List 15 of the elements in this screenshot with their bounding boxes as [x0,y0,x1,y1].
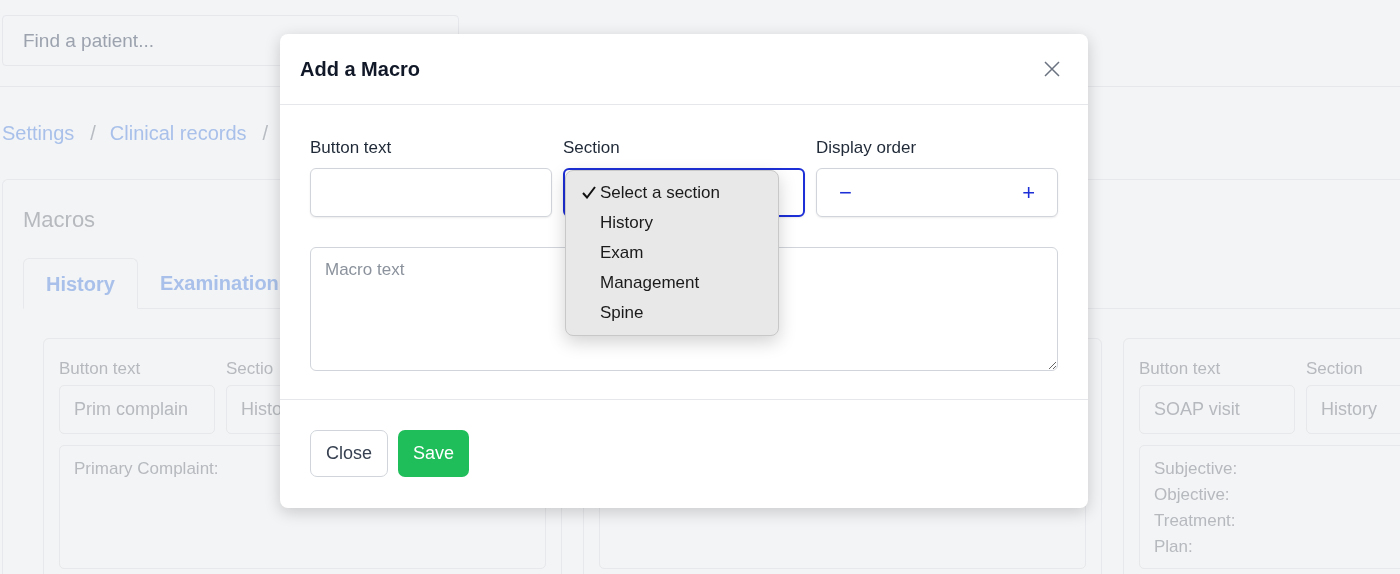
field-label: Button text [310,137,393,159]
field-label: Sectio [226,358,275,380]
macro-text-line: Plan: [1154,536,1194,558]
field-label: Display order [816,137,918,159]
breadcrumb-separator: / [262,121,269,145]
field-label: Button text [59,358,142,380]
breadcrumb-separator: / [90,121,96,145]
panel-title: Macros [23,206,96,234]
macro-text-line: Objective: [1154,484,1231,506]
macro-text-line: Treatment: [1154,510,1237,532]
macro-text-line: Primary Complaint: [74,458,220,480]
field-label: Section [563,137,621,159]
field-label: Section [1306,358,1364,380]
macro-text-line: Subjective: [1154,458,1239,480]
field-label: Button text [1139,358,1222,380]
